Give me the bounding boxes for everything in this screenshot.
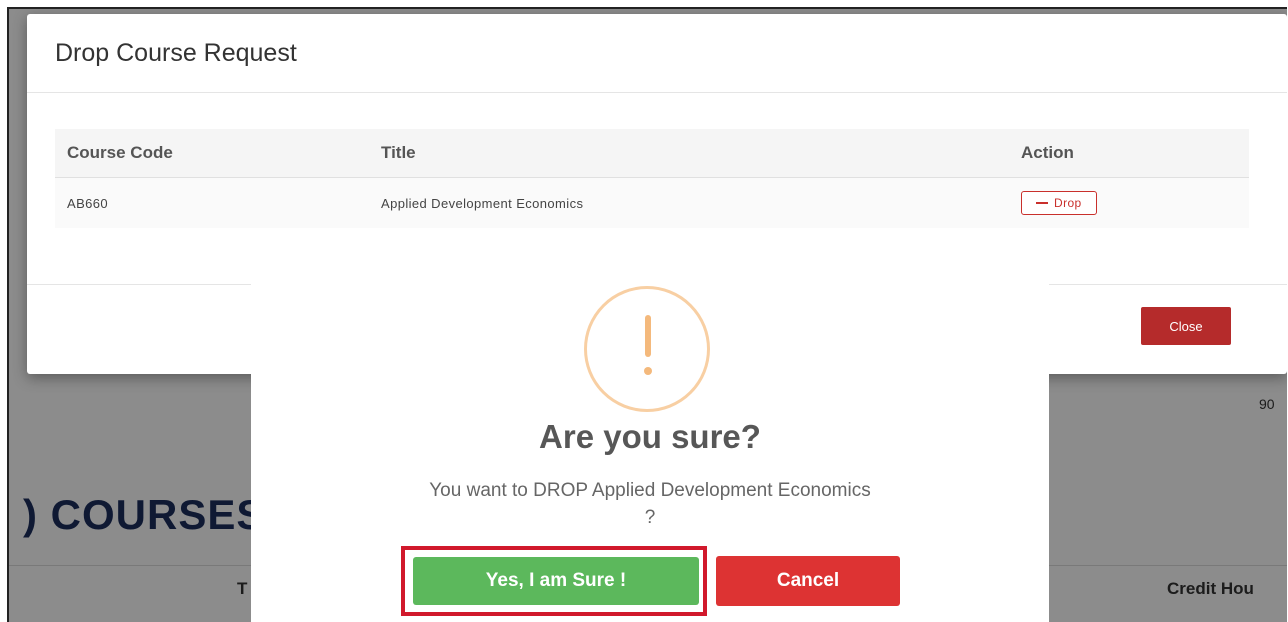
course-title-cell: Applied Development Economics <box>369 177 1009 228</box>
table-header-row: Course Code Title Action <box>55 129 1249 178</box>
confirm-message-line: You want to DROP Applied Development Eco… <box>429 480 871 501</box>
action-cell: Drop <box>1009 177 1249 228</box>
column-header-title: Title <box>369 129 1009 178</box>
table-row: AB660 Applied Development Economics Drop <box>55 177 1249 228</box>
modal-title: Drop Course Request <box>27 14 1287 93</box>
confirm-button[interactable]: Yes, I am Sure ! <box>413 557 699 605</box>
close-button[interactable]: Close <box>1141 307 1231 345</box>
confirm-message: You want to DROP Applied Development Eco… <box>251 477 1049 531</box>
drop-button-label: Drop <box>1054 196 1082 210</box>
cancel-button[interactable]: Cancel <box>716 556 900 606</box>
warning-icon-dot <box>644 367 652 375</box>
confirm-title: Are you sure? <box>539 418 761 455</box>
drop-button[interactable]: Drop <box>1021 191 1097 215</box>
column-header-action: Action <box>1009 129 1249 178</box>
confirm-message-question-mark: ? <box>644 507 656 528</box>
column-header-course-code: Course Code <box>55 129 369 178</box>
warning-icon-bar <box>645 315 651 357</box>
course-code-cell: AB660 <box>55 177 369 228</box>
warning-icon <box>584 286 710 412</box>
confirm-dialog: Are you sure? You want to DROP Applied D… <box>251 240 1049 622</box>
drop-course-table: Course Code Title Action AB660 Applied D… <box>55 129 1249 228</box>
screen-frame: ) COURSES 90 T Credit Hou Drop Course Re… <box>7 7 1287 622</box>
minus-icon <box>1036 202 1048 204</box>
